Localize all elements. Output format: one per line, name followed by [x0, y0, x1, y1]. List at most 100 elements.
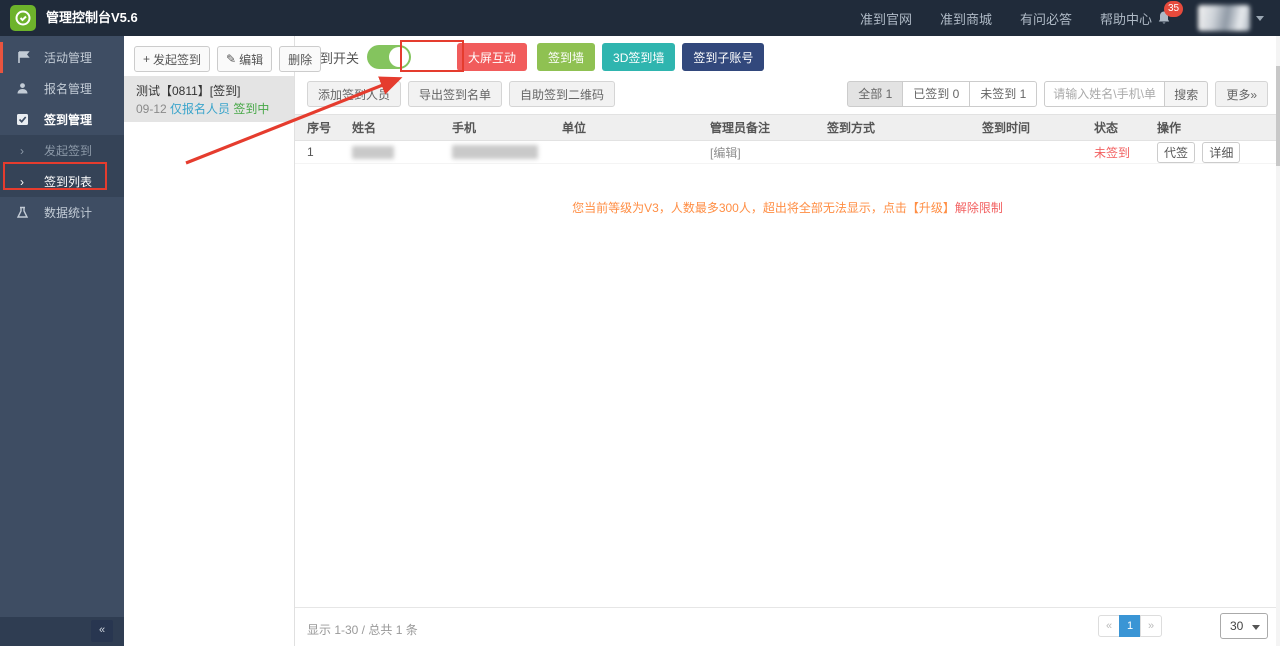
edit-remark-link[interactable]: [编辑]: [710, 146, 741, 160]
app-logo-icon: [10, 5, 36, 31]
col-unit: 单位: [558, 114, 706, 141]
big-screen-button[interactable]: 大屏互动: [457, 43, 528, 71]
scrollbar-thumb[interactable]: [1276, 66, 1280, 166]
filter-all-button[interactable]: 全部 1: [847, 81, 904, 107]
nav-help-center[interactable]: 帮助中心: [1100, 9, 1152, 28]
table-header-row: 序号 姓名 手机 单位 管理员备注 签到方式 签到时间 状态 操作: [295, 114, 1280, 141]
cell-actions: 代签 详细: [1153, 140, 1280, 164]
topbar-nav: 准到官网 准到商城 有问必答 帮助中心: [860, 0, 1152, 36]
col-seq: 序号: [295, 114, 348, 141]
cell-phone: [448, 140, 558, 164]
session-toolbar: + 发起签到 ✎ 编辑 删除: [134, 46, 322, 72]
user-menu-caret-icon[interactable]: [1256, 16, 1264, 21]
session-status: 签到中: [233, 102, 270, 116]
main-content: 签到开关 大屏互动 签到墙 3D签到墙 签到子账号 添加签到人员 导出签到名单 …: [295, 36, 1280, 646]
select-caret-icon: [1252, 625, 1260, 630]
checkin-toggle-switch[interactable]: [367, 45, 412, 69]
cell-unit: [558, 140, 706, 164]
sidebar-item-label: 数据统计: [44, 206, 93, 220]
col-status: 状态: [1090, 114, 1153, 141]
cell-status: 未签到: [1090, 140, 1153, 164]
session-list-panel: + 发起签到 ✎ 编辑 删除 测试【0811】[签到] 09-12 仅报名人员 …: [124, 36, 322, 646]
sidebar-item-statistics[interactable]: 数据统计: [0, 197, 124, 228]
sidebar-footer: «: [0, 617, 124, 646]
avatar[interactable]: [1198, 5, 1250, 31]
col-checkin-method: 签到方式: [823, 114, 978, 141]
session-list-item[interactable]: 测试【0811】[签到] 09-12 仅报名人员 签到中: [124, 76, 294, 122]
cell-checkin-method: [823, 140, 978, 164]
pagination: « 1 »: [1098, 615, 1162, 637]
user-icon: [0, 82, 44, 95]
status-filter-group: 全部 1 已签到 0 未签到 1: [847, 81, 1038, 107]
sidebar-item-checkin[interactable]: 签到管理: [0, 104, 124, 135]
sidebar-item-label: 发起签到: [44, 144, 93, 158]
list-tools-row: 添加签到人员 导出签到名单 自助签到二维码: [307, 80, 616, 108]
sidebar-item-label: 签到列表: [44, 175, 93, 189]
sidebar-item-label: 报名管理: [44, 82, 93, 96]
cell-seq: 1: [295, 140, 348, 164]
edit-session-button[interactable]: ✎ 编辑: [217, 46, 273, 72]
attendee-table: 序号 姓名 手机 单位 管理员备注 签到方式 签到时间 状态 操作 1 [编辑]…: [295, 114, 1280, 164]
blurred-phone: [452, 145, 538, 159]
more-button[interactable]: 更多»: [1215, 81, 1268, 107]
checkin-action-row: 签到开关 大屏互动 签到墙 3D签到墙 签到子账号: [307, 42, 765, 72]
sub-account-button[interactable]: 签到子账号: [682, 43, 765, 71]
filter-unsigned-button[interactable]: 未签到 1: [969, 81, 1038, 107]
search-input[interactable]: [1044, 81, 1166, 107]
sidebar-item-signup[interactable]: 报名管理: [0, 73, 124, 104]
checkin-wall-button[interactable]: 签到墙: [537, 43, 596, 71]
nav-qa[interactable]: 有问必答: [1020, 9, 1072, 28]
edit-icon: ✎: [226, 52, 237, 66]
sidebar-collapse-button[interactable]: «: [91, 620, 113, 642]
export-list-button[interactable]: 导出签到名单: [408, 81, 503, 107]
plus-icon: +: [143, 52, 151, 66]
search-button[interactable]: 搜索: [1165, 81, 1209, 107]
sidebar-item-activity[interactable]: 活动管理: [0, 42, 124, 73]
cell-admin-remark: [编辑]: [706, 140, 823, 164]
checkin-wall-3d-button[interactable]: 3D签到墙: [602, 43, 676, 71]
sidebar-item-start-checkin[interactable]: › 发起签到: [0, 135, 124, 166]
chevron-right-icon: ›: [20, 174, 24, 189]
sidebar-item-checkin-list[interactable]: › 签到列表: [0, 166, 124, 197]
flag-icon: [3, 51, 44, 64]
col-phone: 手机: [448, 114, 558, 141]
nav-official-site[interactable]: 准到官网: [860, 9, 912, 28]
app-title: 管理控制台V5.6: [46, 10, 138, 25]
sidebar-submenu: › 发起签到 › 签到列表: [0, 135, 124, 197]
topbar: 管理控制台V5.6 准到官网 准到商城 有问必答 帮助中心 35: [0, 0, 1280, 36]
prev-page-button[interactable]: «: [1098, 615, 1120, 637]
session-date: 09-12: [136, 102, 167, 116]
detail-button[interactable]: 详细: [1202, 141, 1241, 163]
filter-row: 全部 1 已签到 0 未签到 1 搜索 更多»: [847, 80, 1268, 108]
add-attendee-button[interactable]: 添加签到人员: [307, 81, 402, 107]
sidebar: 活动管理 报名管理 签到管理 › 发起签到 › 签到列表 数据统计 «: [0, 36, 124, 646]
session-tag: 仅报名人员: [170, 102, 231, 116]
page-size-select[interactable]: 30: [1220, 613, 1268, 639]
self-checkin-qrcode-button[interactable]: 自助签到二维码: [509, 81, 616, 107]
create-checkin-button[interactable]: + 发起签到: [134, 46, 211, 72]
blurred-name: [352, 145, 394, 159]
sign-for-button[interactable]: 代签: [1157, 141, 1196, 163]
flask-icon: [0, 206, 44, 219]
filter-signed-button[interactable]: 已签到 0: [902, 81, 971, 107]
col-admin-remark: 管理员备注: [706, 114, 823, 141]
chevron-right-icon: ›: [20, 143, 24, 158]
current-page-button[interactable]: 1: [1119, 615, 1141, 637]
pagination-summary: 显示 1-30 / 总共 1 条: [307, 623, 418, 637]
delete-session-button[interactable]: 删除: [279, 46, 322, 72]
col-name: 姓名: [348, 114, 448, 141]
notification-badge: 35: [1164, 1, 1184, 17]
status-badge: 未签到: [1094, 145, 1131, 160]
cell-checkin-time: [978, 140, 1090, 164]
nav-mall[interactable]: 准到商城: [940, 9, 992, 28]
session-title: 测试【0811】[签到]: [136, 84, 241, 98]
col-actions: 操作: [1153, 114, 1280, 141]
checkbox-icon: [0, 113, 44, 126]
lift-limit-link[interactable]: 解除限制: [955, 201, 1003, 215]
next-page-button[interactable]: »: [1140, 615, 1162, 637]
table-row: 1 [编辑] 未签到 代签 详细: [295, 140, 1280, 164]
cell-name: [348, 140, 448, 164]
page-scrollbar[interactable]: [1276, 36, 1280, 646]
notification-area[interactable]: 35: [1150, 0, 1184, 36]
table-footer: 显示 1-30 / 总共 1 条 « 1 » 30: [295, 607, 1280, 646]
